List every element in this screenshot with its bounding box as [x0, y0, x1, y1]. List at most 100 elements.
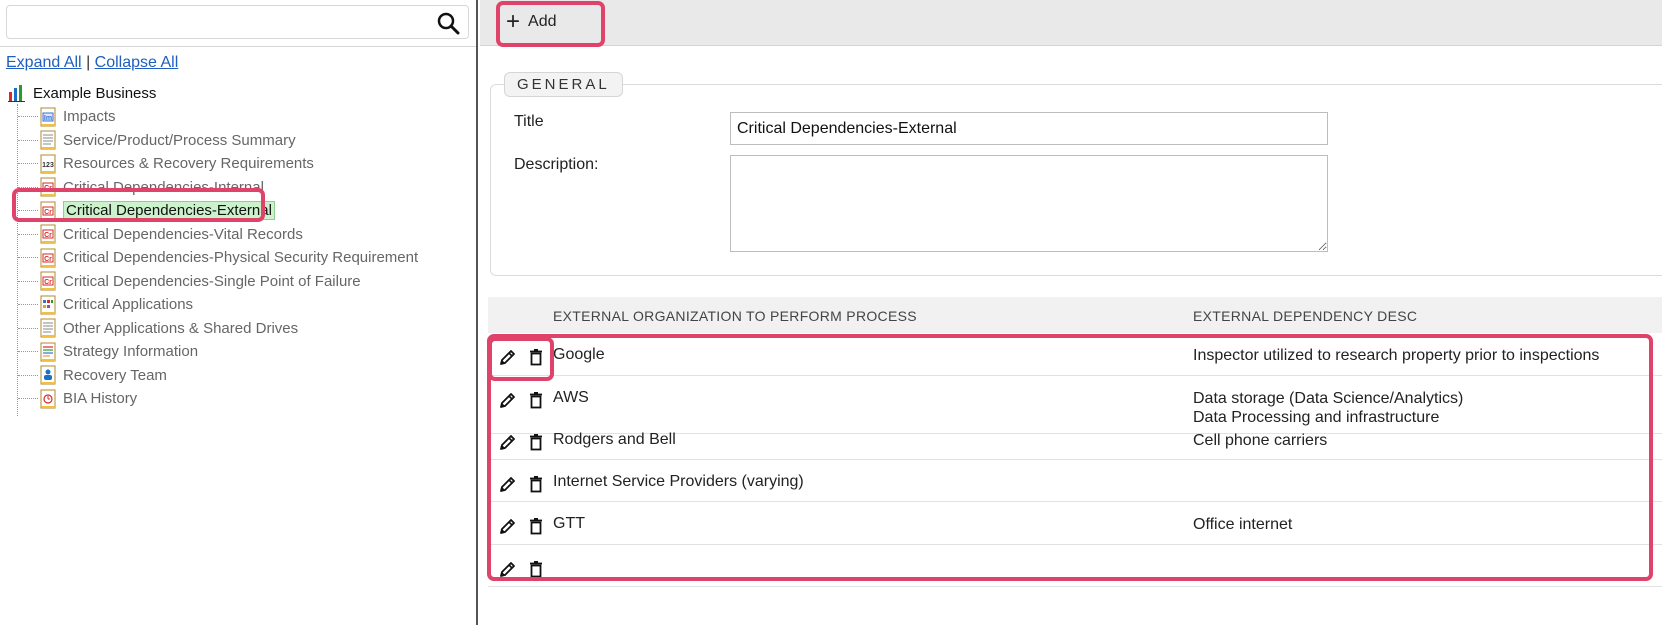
list-doc-icon — [40, 318, 56, 338]
tree-item[interactable]: Strategy Information — [8, 341, 198, 363]
cell-organization: Google — [553, 346, 605, 363]
svg-text:123: 123 — [42, 162, 54, 169]
tree-item[interactable]: 123 Resources & Recovery Requirements — [8, 153, 314, 175]
delete-icon[interactable] — [526, 559, 546, 579]
svg-text:Cr: Cr — [44, 185, 52, 192]
row-actions — [498, 432, 546, 452]
svg-text:Im: Im — [44, 115, 52, 122]
desc-line: Office internet — [1193, 516, 1293, 533]
title-label: Title — [514, 113, 544, 130]
cell-organization: Rodgers and Bell — [553, 431, 676, 448]
row-actions — [498, 474, 546, 494]
row-actions — [498, 390, 546, 410]
delete-icon[interactable] — [526, 474, 546, 494]
divider — [0, 46, 476, 47]
tree-item-label: Other Applications & Shared Drives — [63, 319, 299, 337]
desc-line: Cell phone carriers — [1193, 432, 1328, 449]
tree-item-label: Strategy Information — [63, 343, 199, 360]
tree-connector — [18, 163, 38, 164]
svg-text:Cr: Cr — [44, 209, 52, 216]
table-row: GTT Office internet — [488, 502, 1662, 545]
edit-icon[interactable] — [498, 516, 518, 536]
cell-organization: AWS — [553, 389, 589, 406]
tree-item-label: BIA History — [63, 390, 138, 407]
edit-icon[interactable] — [498, 390, 518, 410]
row-actions — [498, 516, 546, 536]
tree-connector — [18, 327, 38, 329]
tree-item-label: Critical Dependencies-Vital Records — [63, 225, 303, 243]
description-label: Description: — [514, 156, 599, 173]
cell-organization: GTT — [553, 515, 585, 532]
general-section-legend: GENERAL — [504, 72, 623, 97]
tree-connector — [18, 280, 38, 282]
search-field[interactable] — [6, 5, 469, 39]
tree-item[interactable]: BIA History — [8, 388, 137, 410]
navigation-panel: Expand All | Collapse All Example Busine… — [0, 0, 478, 625]
table-row: Google Inspector utilized to research pro… — [488, 333, 1662, 376]
strategy-doc-icon — [40, 342, 56, 361]
tree-item[interactable]: Cr Critical Dependencies-Internal — [8, 176, 264, 198]
description-textarea[interactable] — [730, 155, 1328, 252]
search-input[interactable] — [13, 10, 423, 34]
row-actions — [498, 347, 546, 367]
delete-icon[interactable] — [526, 390, 546, 410]
svg-text:Cr: Cr — [44, 279, 52, 286]
tree-item-label: Critical Dependencies-Physical Security … — [63, 249, 419, 266]
tree-connector — [18, 139, 38, 141]
tree-item[interactable]: Cr Critical Dependencies-Physical Securit… — [8, 247, 418, 269]
tree-controls: Expand All | Collapse All — [6, 54, 178, 72]
cr-doc-icon: Cr — [40, 271, 56, 291]
edit-icon[interactable] — [498, 347, 518, 367]
tree-item[interactable]: Service/Product/Process Summary — [8, 129, 296, 151]
tree-item[interactable]: Im Impacts — [8, 106, 116, 128]
tree-item-label: Resources & Recovery Requirements — [63, 155, 314, 172]
tree-item-label: Critical Applications — [63, 296, 194, 313]
collapse-all-link[interactable]: Collapse All — [95, 54, 179, 71]
cell-description: Office internet — [1193, 515, 1292, 534]
impacts-doc-icon: Im — [40, 107, 56, 126]
cell-description: Inspector utilized to research property … — [1193, 346, 1599, 365]
table-header: EXTERNAL ORGANIZATION TO PERFORM PROCESS… — [488, 297, 1662, 333]
tree-item[interactable]: Other Applications & Shared Drives — [8, 317, 298, 339]
bar-chart-icon — [8, 85, 25, 102]
edit-icon[interactable] — [498, 474, 518, 494]
tree-connector — [18, 186, 38, 188]
history-doc-icon — [40, 389, 56, 408]
delete-icon[interactable] — [526, 347, 546, 367]
edit-icon[interactable] — [498, 559, 518, 579]
title-input[interactable] — [730, 112, 1328, 145]
table-row: Internet Service Providers (varying) — [488, 460, 1662, 502]
apps-doc-icon — [40, 295, 56, 314]
cr-doc-icon: Cr — [40, 248, 56, 267]
tree-item[interactable]: Cr Critical Dependencies-External — [8, 200, 275, 222]
cr-doc-icon: Cr — [40, 177, 56, 197]
tree-item-label: Critical Dependencies-Internal — [63, 178, 264, 196]
desc-line: Inspector utilized to research property … — [1193, 347, 1600, 364]
add-button[interactable]: + Add — [506, 9, 556, 35]
team-doc-icon — [40, 365, 56, 385]
edit-icon[interactable] — [498, 432, 518, 452]
delete-icon[interactable] — [526, 432, 546, 452]
tree-item[interactable]: Cr Critical Dependencies-Vital Records — [8, 223, 303, 245]
cell-description: Cell phone carriers — [1193, 431, 1327, 450]
delete-icon[interactable] — [526, 516, 546, 536]
desc-line: Data storage (Data Science/Analytics) — [1193, 390, 1464, 407]
tree-item-label: Impacts — [63, 108, 116, 125]
tree-item[interactable]: Cr Critical Dependencies-Single Point of … — [8, 270, 361, 292]
tree-root[interactable]: Example Business — [8, 82, 156, 104]
cr-doc-icon: Cr — [40, 224, 56, 244]
column-header-description: EXTERNAL DEPENDENCY DESC — [1193, 308, 1418, 324]
search-icon[interactable] — [436, 11, 460, 35]
tree-connector — [18, 210, 38, 211]
tree-item-label: Service/Product/Process Summary — [63, 131, 296, 149]
expand-all-link[interactable]: Expand All — [6, 54, 82, 71]
plus-icon: + — [506, 8, 521, 35]
cell-organization: Internet Service Providers (varying) — [553, 473, 804, 490]
tree-item[interactable]: Critical Applications — [8, 294, 193, 316]
tree-item[interactable]: Recovery Team — [8, 364, 167, 386]
table-row — [488, 545, 1662, 587]
tree-connector — [18, 304, 38, 305]
tree-connector — [18, 398, 38, 399]
tree-connector — [18, 374, 38, 376]
summary-doc-icon — [40, 130, 56, 150]
